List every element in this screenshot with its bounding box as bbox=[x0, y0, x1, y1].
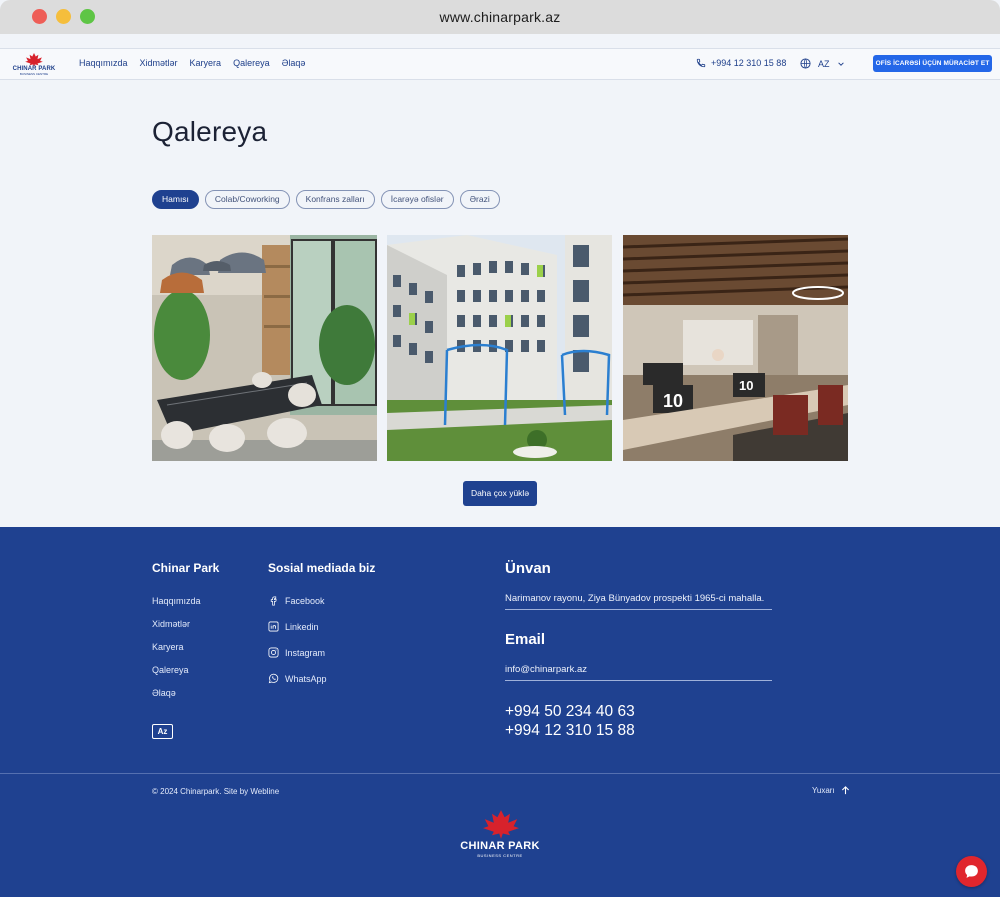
social-label-whatsapp: WhatsApp bbox=[285, 673, 327, 684]
maple-leaf-icon bbox=[483, 810, 519, 839]
filter-territory[interactable]: Ərazi bbox=[459, 190, 500, 209]
footer-logo: CHINAR PARK BUSINESS CENTRE bbox=[456, 810, 544, 858]
header-phone-number: +994 12 310 15 88 bbox=[711, 58, 787, 68]
copyright-text: © 2024 Chinarpark. Site by Webline bbox=[152, 787, 280, 796]
social-label-facebook: Facebook bbox=[285, 595, 325, 606]
page-title: Qalereya bbox=[152, 116, 268, 147]
footer-logo-subtext: BUSINESS CENTRE bbox=[477, 853, 523, 858]
footer-link-about[interactable]: Haqqımızda bbox=[152, 596, 201, 606]
social-label-instagram: Instagram bbox=[285, 647, 326, 658]
gallery-filters: Hamısı Colab/Coworking Konfrans zalları … bbox=[152, 190, 500, 209]
chevron-down-icon bbox=[837, 61, 844, 66]
nav-item-gallery[interactable]: Qalereya bbox=[233, 58, 270, 68]
instagram-icon bbox=[268, 647, 279, 658]
social-link-facebook[interactable]: Facebook bbox=[268, 595, 325, 606]
arrow-up-icon bbox=[841, 786, 849, 795]
language-label: AZ bbox=[818, 58, 830, 69]
site-header: CHINAR PARK BUSINESS CENTRE Haqqımızda X… bbox=[0, 48, 1000, 80]
footer-logo-text: CHINAR PARK bbox=[460, 840, 540, 852]
footer-language-badge[interactable]: Az bbox=[152, 724, 173, 739]
footer-phone-2[interactable]: +994 12 310 15 88 bbox=[505, 722, 635, 740]
phone-icon bbox=[696, 58, 706, 68]
browser-chrome: www.chinarpark.az bbox=[0, 0, 1000, 34]
logo-subtext: BUSINESS CENTRE bbox=[19, 72, 49, 76]
nav-item-contact[interactable]: Əlaqə bbox=[282, 58, 306, 68]
whatsapp-icon bbox=[268, 673, 279, 684]
footer-link-gallery[interactable]: Qalereya bbox=[152, 665, 189, 675]
nav-item-career[interactable]: Karyera bbox=[190, 58, 222, 68]
social-link-instagram[interactable]: Instagram bbox=[268, 647, 325, 658]
back-to-top-link[interactable]: Yuxarı bbox=[812, 786, 850, 795]
footer-brand-title: Chinar Park bbox=[152, 561, 220, 575]
chat-bubble-icon bbox=[965, 865, 978, 878]
language-selector[interactable]: AZ bbox=[800, 58, 845, 69]
back-to-top-label: Yuxarı bbox=[812, 786, 835, 795]
filter-all[interactable]: Hamısı bbox=[152, 190, 199, 209]
gallery-photo-coworking[interactable]: 10 10 bbox=[623, 235, 848, 461]
load-more-button[interactable]: Daha çox yüklə bbox=[463, 481, 537, 506]
address-bar[interactable]: www.chinarpark.az bbox=[0, 9, 1000, 25]
footer-link-services[interactable]: Xidmətlər bbox=[152, 619, 190, 629]
filter-rental-offices[interactable]: İcarəyə ofislər bbox=[380, 190, 454, 209]
footer-email-value[interactable]: info@chinarpark.az bbox=[505, 664, 772, 681]
svg-text:10: 10 bbox=[663, 391, 683, 411]
gallery-photo-meeting-room[interactable] bbox=[152, 235, 377, 461]
footer-address-title: Ünvan bbox=[505, 560, 551, 577]
footer-phone-1[interactable]: +994 50 234 40 63 bbox=[505, 703, 635, 721]
footer-email-title: Email bbox=[505, 631, 546, 648]
office-rent-apply-button[interactable]: OFİS İCARƏSİ ÜÇÜN MÜRACİƏT ET bbox=[873, 55, 992, 72]
gallery-grid: 10 10 bbox=[152, 235, 848, 461]
globe-icon bbox=[800, 58, 811, 69]
filter-conference-halls[interactable]: Konfrans zalları bbox=[295, 190, 375, 209]
footer-link-career[interactable]: Karyera bbox=[152, 642, 184, 652]
footer-link-contact[interactable]: Əlaqə bbox=[152, 688, 176, 698]
svg-text:10: 10 bbox=[739, 378, 753, 393]
site-footer: Chinar Park Haqqımızda Xidmətlər Karyera… bbox=[0, 527, 1000, 897]
footer-divider bbox=[0, 773, 1000, 774]
footer-social-title: Sosial mediada biz bbox=[268, 561, 376, 575]
chat-widget-button[interactable] bbox=[956, 856, 987, 887]
maple-leaf-icon bbox=[25, 53, 43, 67]
header-phone[interactable]: +994 12 310 15 88 bbox=[696, 58, 786, 68]
footer-address-value: Narimanov rayonu, Ziya Bünyadov prospekt… bbox=[505, 593, 772, 610]
nav-item-services[interactable]: Xidmətlər bbox=[140, 58, 178, 68]
social-label-linkedin: Linkedin bbox=[285, 621, 319, 632]
main-nav: Haqqımızda Xidmətlər Karyera Qalereya Əl… bbox=[79, 58, 305, 68]
social-link-whatsapp[interactable]: WhatsApp bbox=[268, 673, 327, 684]
social-link-linkedin[interactable]: Linkedin bbox=[268, 621, 319, 632]
facebook-icon bbox=[270, 596, 277, 606]
header-logo[interactable]: CHINAR PARK BUSINESS CENTRE bbox=[12, 53, 56, 77]
gallery-photo-courtyard[interactable] bbox=[387, 235, 612, 461]
filter-colab-coworking[interactable]: Colab/Coworking bbox=[204, 190, 290, 209]
linkedin-icon bbox=[268, 621, 279, 632]
nav-item-about[interactable]: Haqqımızda bbox=[79, 58, 128, 68]
